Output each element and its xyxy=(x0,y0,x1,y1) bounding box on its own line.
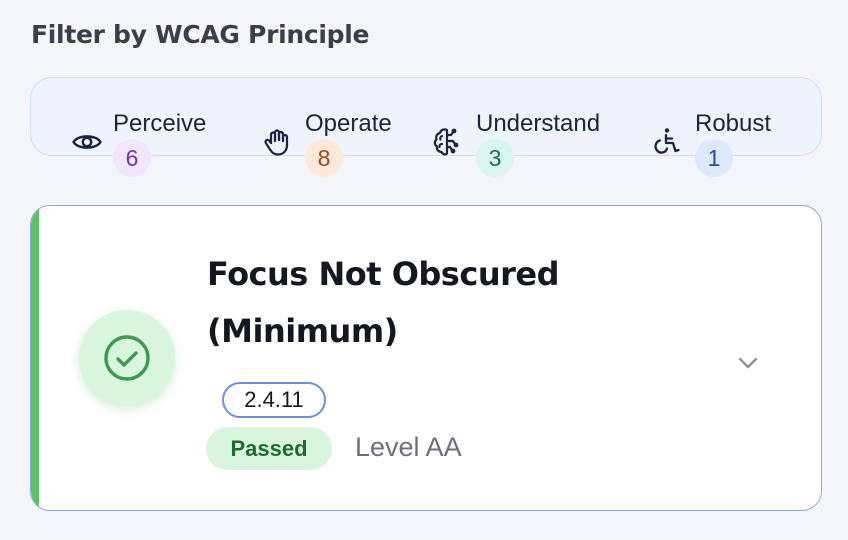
filter-label: Understand xyxy=(476,110,601,137)
criterion-card[interactable]: Focus Not Obscured (Minimum) 2.4.11 Pass… xyxy=(30,205,822,511)
status-accent-bar xyxy=(31,206,39,510)
count-badge: 3 xyxy=(476,139,514,177)
filter-label: Robust xyxy=(695,110,772,137)
filter-label: Perceive xyxy=(113,110,207,137)
eye-icon xyxy=(71,126,103,158)
criterion-title-line: Focus Not Obscured xyxy=(207,255,559,293)
count-badge: 6 xyxy=(113,139,151,177)
filter-operate[interactable]: Operate 8 xyxy=(261,78,441,188)
count-badge: 8 xyxy=(305,139,343,177)
criterion-title-line: (Minimum) xyxy=(207,312,398,350)
check-circle-icon xyxy=(79,310,175,406)
criterion-title: Focus Not Obscured (Minimum) xyxy=(207,246,647,360)
filter-robust[interactable]: Robust 1 xyxy=(651,78,811,188)
conformance-level: Level AA xyxy=(355,432,462,462)
principle-filter-bar: Perceive 6 Operate 8 Understand 3 Robust… xyxy=(30,77,822,177)
count-badge: 1 xyxy=(695,139,733,177)
filter-heading: Filter by WCAG Principle xyxy=(31,20,370,49)
filter-perceive[interactable]: Perceive 6 xyxy=(71,78,241,188)
filter-label: Operate xyxy=(305,110,392,137)
chevron-down-icon[interactable] xyxy=(733,351,763,375)
hand-icon xyxy=(261,126,293,158)
status-badge: Passed xyxy=(206,427,332,470)
filter-understand[interactable]: Understand 3 xyxy=(431,78,631,188)
brain-icon xyxy=(431,126,463,158)
criterion-number: 2.4.11 xyxy=(222,382,326,418)
accessibility-icon xyxy=(651,126,683,158)
